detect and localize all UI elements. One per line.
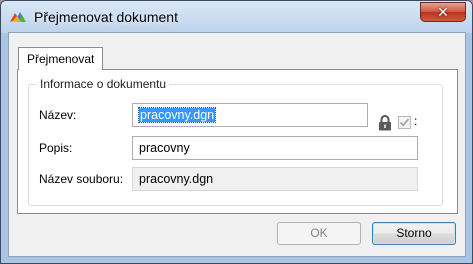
rename-document-icon (9, 10, 27, 24)
name-field[interactable]: pracovny.dgn (132, 103, 368, 127)
name-label: Název: (39, 108, 77, 122)
dialog-window: Přejmenovat dokument ✕ Přejmenovat Infor… (0, 0, 473, 264)
tab-prejmenovat[interactable]: Přejmenovat (18, 47, 104, 70)
description-field[interactable]: pracovny (132, 136, 418, 160)
close-icon: ✕ (437, 3, 449, 20)
close-button[interactable]: ✕ (420, 2, 466, 22)
checkmark-icon (399, 118, 410, 127)
title-bar[interactable]: Přejmenovat dokument ✕ (1, 1, 472, 33)
group-title: Informace o dokumentu (37, 77, 170, 91)
filename-label: Název souboru: (39, 172, 124, 186)
cancel-button[interactable]: Storno (372, 222, 456, 245)
description-label: Popis: (39, 141, 73, 155)
ok-button[interactable]: OK (277, 222, 361, 245)
description-field-value: pracovny (139, 141, 190, 155)
lock-icon[interactable] (378, 115, 392, 131)
filename-field: pracovny.dgn (132, 167, 418, 191)
dialog-body: Přejmenovat Informace o dokumentu Název:… (8, 32, 466, 257)
filename-field-value: pracovny.dgn (139, 172, 214, 186)
document-info-group: Informace o dokumentu Název: pracovny.dg… (28, 77, 443, 206)
window-title: Přejmenovat dokument (34, 9, 178, 25)
tab-panel: Informace o dokumentu Název: pracovny.dg… (17, 69, 458, 214)
name-field-value: pracovny.dgn (137, 107, 217, 123)
lock-checkbox[interactable] (398, 116, 411, 129)
lock-checkbox-label: : (414, 114, 418, 128)
